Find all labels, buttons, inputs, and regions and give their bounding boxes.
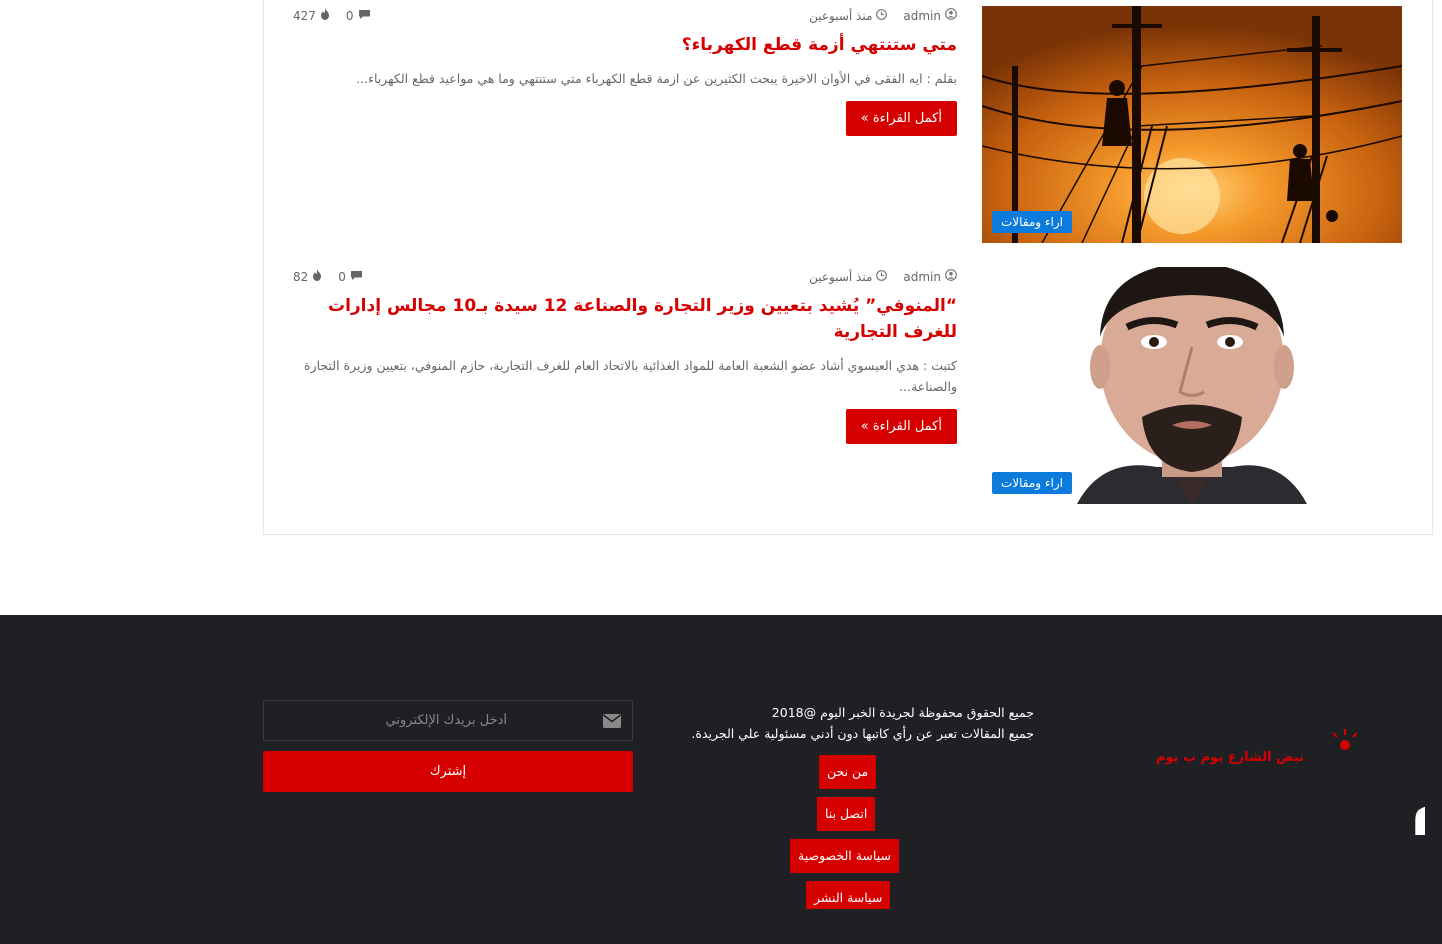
post-views: 427 xyxy=(293,8,316,23)
newsletter-form: إشترك xyxy=(263,700,633,792)
copyright-text: جميع الحقوق محفوظة لجريدة الخبر اليوم @2… xyxy=(771,705,1034,720)
posts-list: اراء ومقالات admin منذ أسبوعين 427 0 متي… xyxy=(263,0,1433,535)
post-meta: admin منذ أسبوعين 82 0 xyxy=(293,267,957,285)
email-field-wrapper xyxy=(263,700,633,741)
fire-icon xyxy=(312,269,322,284)
read-more-button[interactable]: أكمل القراءة » xyxy=(845,409,957,444)
post-comments[interactable]: 0 xyxy=(346,9,354,23)
post-views: 82 xyxy=(293,269,309,284)
logo-text: الخبر اليوم xyxy=(1410,749,1425,835)
read-more-button[interactable]: أكمل القراءة » xyxy=(845,101,957,136)
power-lines-image xyxy=(982,6,1402,243)
email-input[interactable] xyxy=(264,701,632,740)
post-time: منذ أسبوعين xyxy=(809,8,873,23)
category-badge[interactable]: اراء ومقالات xyxy=(992,211,1073,233)
footer-link-contact[interactable]: اتصل بنا xyxy=(817,797,876,831)
post-comments[interactable]: 0 xyxy=(338,270,346,284)
post-content: admin منذ أسبوعين 427 0 متي ستنتهي أزمة … xyxy=(293,6,957,136)
footer-link-publishing[interactable]: سياسة النشر xyxy=(806,881,891,909)
category-badge[interactable]: اراء ومقالات xyxy=(992,472,1073,494)
comments-icon xyxy=(350,270,363,284)
post-excerpt: بقلم : ايه الفقى في الأوان الاخيرة يبحث … xyxy=(356,71,957,86)
portrait-image xyxy=(982,267,1402,504)
post-author[interactable]: admin xyxy=(903,9,941,23)
post-item: اراء ومقالات admin منذ أسبوعين 82 0 “الم… xyxy=(292,267,1402,504)
post-thumbnail[interactable]: اراء ومقالات xyxy=(982,267,1402,504)
post-excerpt: كتبت : هدي العيسوي أشاد عضو الشعبة العام… xyxy=(304,358,957,394)
post-content: admin منذ أسبوعين 82 0 “المنوفي” يُشيد ب… xyxy=(293,267,957,444)
post-time: منذ أسبوعين xyxy=(809,269,873,284)
clock-icon xyxy=(876,8,888,23)
user-icon xyxy=(945,8,957,23)
site-logo[interactable]: الخبر اليوم نبض الشارع يوم ب يوم xyxy=(1065,725,1442,839)
clock-icon xyxy=(876,269,888,284)
site-footer: إشترك جميع الحقوق محفوظة لجريدة الخبر ال… xyxy=(0,615,1442,944)
disclaimer-text: جميع المقالات تعبر عن رأي كاتبها دون أدن… xyxy=(691,726,1034,741)
copyright-block: جميع الحقوق محفوظة لجريدة الخبر اليوم @2… xyxy=(614,702,1034,744)
fire-icon xyxy=(320,8,330,23)
post-title[interactable]: متي ستنتهي أزمة قطع الكهرباء؟ xyxy=(293,32,957,58)
post-thumbnail[interactable]: اراء ومقالات xyxy=(982,6,1402,243)
footer-link-about[interactable]: من نحن xyxy=(819,755,877,789)
footer-link-privacy[interactable]: سياسة الخصوصية xyxy=(790,839,899,873)
post-item: اراء ومقالات admin منذ أسبوعين 427 0 متي… xyxy=(292,6,1402,243)
post-meta: admin منذ أسبوعين 427 0 xyxy=(293,6,957,24)
user-icon xyxy=(945,269,957,284)
comments-icon xyxy=(358,9,371,23)
subscribe-button[interactable]: إشترك xyxy=(263,751,633,792)
logo-tagline: نبض الشارع يوم ب يوم xyxy=(1156,750,1304,765)
post-title[interactable]: “المنوفي” يُشيد بتعيين وزير التجارة والص… xyxy=(293,293,957,345)
post-author[interactable]: admin xyxy=(903,270,941,284)
